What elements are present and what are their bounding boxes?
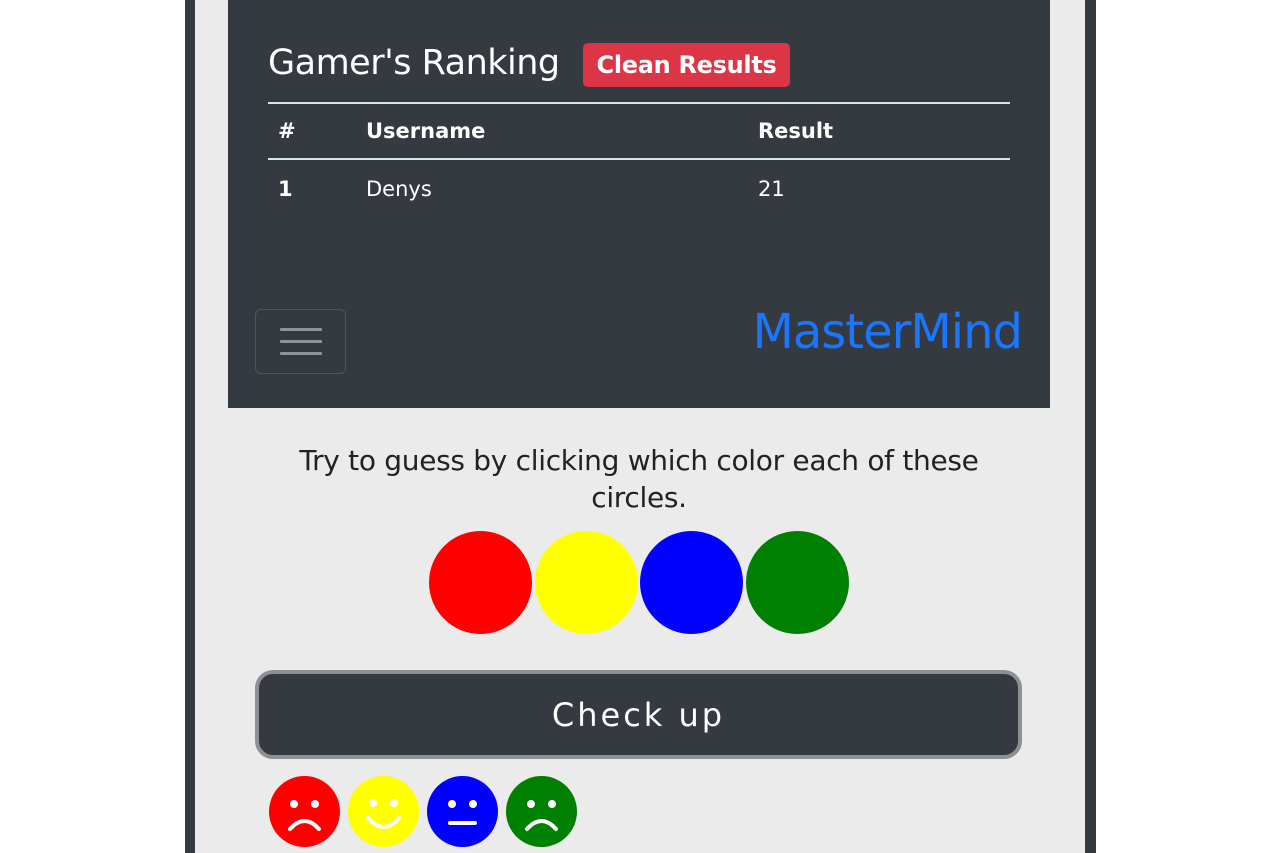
table-row: 1 Denys 21: [268, 159, 1010, 217]
clean-results-button[interactable]: Clean Results: [583, 43, 790, 87]
row-position: 1: [278, 176, 293, 201]
header-username: Username: [366, 119, 486, 143]
menu-toggle-button[interactable]: [255, 309, 346, 374]
row-username: Denys: [366, 176, 432, 201]
table-header-row: # Username Result: [268, 103, 1010, 159]
color-circle-green[interactable]: [746, 531, 849, 634]
color-circle-yellow[interactable]: [535, 531, 638, 634]
header-position: #: [278, 119, 296, 143]
ranking-title: Gamer's Ranking: [268, 43, 560, 83]
hamburger-icon: [279, 340, 322, 343]
instructions-text: Try to guess by clicking which color eac…: [299, 444, 979, 514]
happy-face-icon: [348, 776, 419, 847]
check-up-button[interactable]: Check up: [255, 670, 1022, 759]
hamburger-icon: [279, 352, 322, 355]
sad-face-icon: [506, 776, 577, 847]
header-result: Result: [758, 119, 834, 143]
color-circle-red[interactable]: [429, 531, 532, 634]
neutral-face-icon: [427, 776, 498, 847]
brand-link[interactable]: MasterMind: [752, 301, 1023, 363]
row-result: 21: [758, 176, 785, 201]
ranking-table: # Username Result 1 Denys 21: [268, 102, 1010, 217]
hamburger-icon: [279, 328, 322, 331]
sad-face-icon: [269, 776, 340, 847]
color-circle-blue[interactable]: [640, 531, 743, 634]
